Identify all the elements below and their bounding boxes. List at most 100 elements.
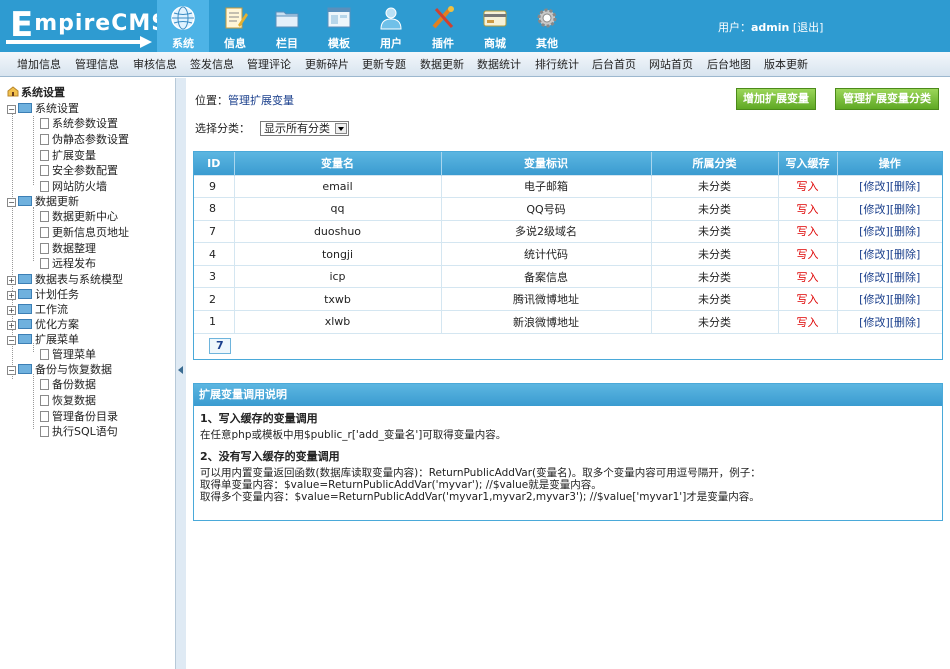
cache-link[interactable]: 写入 bbox=[778, 197, 838, 221]
cache-link[interactable]: 写入 bbox=[778, 174, 838, 198]
edit-link[interactable]: [修改] bbox=[859, 180, 890, 193]
nav-other[interactable]: 其他 bbox=[521, 0, 573, 52]
chevron-down-icon[interactable] bbox=[335, 123, 347, 134]
tree-folder-schedule[interactable]: + 计划任务 bbox=[7, 286, 79, 302]
expand-icon[interactable]: + bbox=[7, 306, 16, 315]
folder-icon bbox=[18, 103, 32, 113]
submenu-item[interactable]: 管理评论 bbox=[247, 56, 291, 72]
submenu-item[interactable]: 签发信息 bbox=[190, 56, 234, 72]
tree-item-firewall[interactable]: 网站防火墙 bbox=[40, 178, 107, 194]
cache-link[interactable]: 写入 bbox=[778, 264, 838, 288]
cache-link[interactable]: 写入 bbox=[778, 287, 838, 311]
delete-link[interactable]: [删除] bbox=[890, 248, 921, 261]
edit-link[interactable]: [修改] bbox=[859, 316, 890, 329]
window-icon bbox=[327, 7, 351, 28]
breadcrumb-link[interactable]: 管理扩展变量 bbox=[228, 94, 294, 107]
class-select[interactable]: 显示所有分类 bbox=[260, 121, 349, 136]
table-row: 9 email 电子邮箱 未分类 写入 [修改][删除] bbox=[194, 174, 942, 198]
user-icon bbox=[380, 7, 402, 30]
expand-icon[interactable]: + bbox=[7, 291, 16, 300]
tree-item-backup-dir[interactable]: 管理备份目录 bbox=[40, 408, 118, 424]
document-icon bbox=[40, 150, 49, 161]
delete-link[interactable]: [删除] bbox=[890, 316, 921, 329]
sidebar-toggle[interactable] bbox=[176, 78, 186, 669]
collapse-icon[interactable]: − bbox=[7, 198, 16, 207]
edit-link[interactable]: [修改] bbox=[859, 248, 890, 261]
manage-ext-var-class-button[interactable]: 管理扩展变量分类 bbox=[835, 88, 939, 110]
tree-folder-optimize[interactable]: + 优化方案 bbox=[7, 316, 79, 332]
tree-item-update-center[interactable]: 数据更新中心 bbox=[40, 208, 118, 224]
collapse-icon[interactable]: − bbox=[7, 366, 16, 375]
submenu-item[interactable]: 更新碎片 bbox=[305, 56, 349, 72]
tree-item-data-tidy[interactable]: 数据整理 bbox=[40, 240, 96, 256]
nav-user[interactable]: 用户 bbox=[365, 0, 417, 52]
edit-link[interactable]: [修改] bbox=[859, 293, 890, 306]
cache-link[interactable]: 写入 bbox=[778, 310, 838, 334]
page-count[interactable]: 7 bbox=[209, 338, 231, 355]
nav-info[interactable]: 信息 bbox=[209, 0, 261, 52]
expand-icon[interactable]: + bbox=[7, 321, 16, 330]
nav-shop[interactable]: 商城 bbox=[469, 0, 521, 52]
folder-icon bbox=[18, 319, 32, 329]
nav-label: 商城 bbox=[484, 37, 506, 50]
edit-link[interactable]: [修改] bbox=[859, 271, 890, 284]
nav-plugin[interactable]: 插件 bbox=[417, 0, 469, 52]
tree-item-rewrite[interactable]: 伪静态参数设置 bbox=[40, 131, 129, 147]
submenu-item[interactable]: 后台首页 bbox=[592, 56, 636, 72]
cache-link[interactable]: 写入 bbox=[778, 242, 838, 266]
submenu-item[interactable]: 数据更新 bbox=[420, 56, 464, 72]
delete-link[interactable]: [删除] bbox=[890, 180, 921, 193]
collapse-arrow-icon[interactable] bbox=[178, 366, 183, 374]
tree-item-ext-var[interactable]: 扩展变量 bbox=[40, 147, 96, 163]
document-icon bbox=[40, 181, 49, 192]
logout-link[interactable]: [退出] bbox=[793, 21, 824, 34]
tree-folder-backup[interactable]: − 备份与恢复数据 bbox=[7, 361, 112, 377]
collapse-icon[interactable]: − bbox=[7, 336, 16, 345]
tree-item-restore-data[interactable]: 恢复数据 bbox=[40, 392, 96, 408]
table-header: ID 变量名 变量标识 所属分类 写入缓存 操作 bbox=[194, 152, 942, 175]
submenu-item[interactable]: 网站首页 bbox=[649, 56, 693, 72]
delete-link[interactable]: [删除] bbox=[890, 203, 921, 216]
expand-icon[interactable]: + bbox=[7, 276, 16, 285]
user-name: admin bbox=[751, 21, 790, 34]
tree-item-backup-data[interactable]: 备份数据 bbox=[40, 376, 96, 392]
add-ext-var-button[interactable]: 增加扩展变量 bbox=[736, 88, 816, 110]
main-content: 位置：管理扩展变量 增加扩展变量 管理扩展变量分类 选择分类： 显示所有分类 ID… bbox=[186, 78, 950, 669]
help-title: 扩展变量调用说明 bbox=[194, 384, 942, 406]
submenu-item[interactable]: 更新专题 bbox=[362, 56, 406, 72]
delete-link[interactable]: [删除] bbox=[890, 225, 921, 238]
tree-item-sql[interactable]: 执行SQL语句 bbox=[40, 423, 118, 439]
nav-system[interactable]: 系统 bbox=[157, 0, 209, 52]
tree-folder-workflow[interactable]: + 工作流 bbox=[7, 301, 68, 317]
help-panel: 扩展变量调用说明 1、写入缓存的变量调用 在任意php或模板中用$public_… bbox=[193, 383, 943, 521]
folder-icon bbox=[18, 304, 32, 314]
tree-folder-model[interactable]: + 数据表与系统模型 bbox=[7, 271, 123, 287]
tree-folder-ext-menu[interactable]: − 扩展菜单 bbox=[7, 331, 79, 347]
tree-item-manage-menu[interactable]: 管理菜单 bbox=[40, 346, 96, 362]
submenu-item[interactable]: 增加信息 bbox=[17, 56, 61, 72]
delete-link[interactable]: [删除] bbox=[890, 271, 921, 284]
tree-item-update-url[interactable]: 更新信息页地址 bbox=[40, 224, 129, 240]
submenu-item[interactable]: 版本更新 bbox=[764, 56, 808, 72]
submenu-item[interactable]: 审核信息 bbox=[133, 56, 177, 72]
cache-link[interactable]: 写入 bbox=[778, 219, 838, 243]
submenu-item[interactable]: 管理信息 bbox=[75, 56, 119, 72]
delete-link[interactable]: [删除] bbox=[890, 293, 921, 306]
submenu-item[interactable]: 数据统计 bbox=[477, 56, 521, 72]
document-icon bbox=[40, 395, 49, 406]
nav-label: 系统 bbox=[172, 37, 194, 50]
tree-item-remote-publish[interactable]: 远程发布 bbox=[40, 255, 96, 271]
tree-item-sys-params[interactable]: 系统参数设置 bbox=[40, 115, 118, 131]
collapse-icon[interactable]: − bbox=[7, 105, 16, 114]
tree-folder-system[interactable]: − 系统设置 bbox=[7, 100, 79, 116]
tree-item-security[interactable]: 安全参数配置 bbox=[40, 162, 118, 178]
edit-link[interactable]: [修改] bbox=[859, 225, 890, 238]
submenu-item[interactable]: 后台地图 bbox=[707, 56, 751, 72]
edit-link[interactable]: [修改] bbox=[859, 203, 890, 216]
folder-icon bbox=[18, 274, 32, 284]
tree-folder-dataupdate[interactable]: − 数据更新 bbox=[7, 193, 79, 209]
nav-column[interactable]: 栏目 bbox=[261, 0, 313, 52]
user-info: 用户：admin [退出] bbox=[718, 19, 823, 35]
nav-template[interactable]: 模板 bbox=[313, 0, 365, 52]
submenu-item[interactable]: 排行统计 bbox=[535, 56, 579, 72]
